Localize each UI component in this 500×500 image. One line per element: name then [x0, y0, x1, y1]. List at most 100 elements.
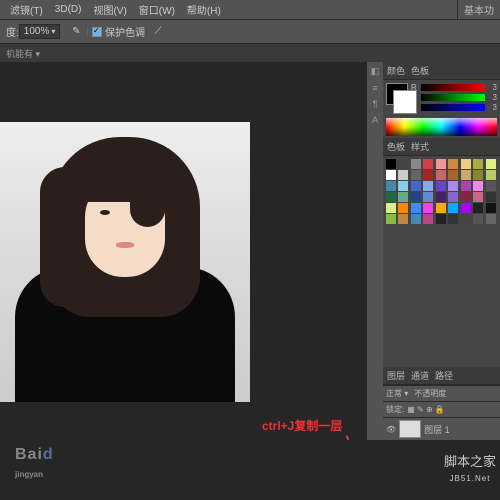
color-spectrum[interactable]: [386, 118, 497, 136]
swatch[interactable]: [486, 181, 496, 191]
swatch[interactable]: [473, 203, 483, 213]
tab-channels[interactable]: 通道: [411, 369, 429, 382]
options-bar: 度: 100%▾ ✎ | 保护色调 ⟋ 基本功: [0, 20, 500, 44]
tab-color[interactable]: 颜色: [387, 64, 405, 77]
tab-swatches[interactable]: 色板: [411, 64, 429, 77]
menu-3d[interactable]: 3D(D): [55, 4, 82, 15]
swatch[interactable]: [448, 170, 458, 180]
swatch[interactable]: [411, 170, 421, 180]
swatch[interactable]: [386, 170, 396, 180]
tab-swatch2[interactable]: 色板: [387, 140, 405, 153]
tab-layers[interactable]: 图层: [387, 369, 405, 382]
tab-styles[interactable]: 样式: [411, 140, 429, 153]
swatch[interactable]: [423, 203, 433, 213]
swatch[interactable]: [461, 170, 471, 180]
swatch[interactable]: [448, 181, 458, 191]
menu-window[interactable]: 窗口(W): [139, 2, 175, 17]
lock-icons[interactable]: ▦ ✎ ⊕ 🔒: [407, 405, 445, 414]
menu-help[interactable]: 帮助(H): [187, 2, 221, 17]
swatch[interactable]: [398, 170, 408, 180]
blend-mode-select[interactable]: 正常 ▾: [386, 388, 408, 399]
layer-row[interactable]: 👁 图层 1: [383, 417, 500, 440]
swatch[interactable]: [436, 203, 446, 213]
swatch[interactable]: [386, 203, 396, 213]
swatch[interactable]: [448, 192, 458, 202]
swatch[interactable]: [386, 181, 396, 191]
swatch[interactable]: [411, 159, 421, 169]
swatch[interactable]: [423, 214, 433, 224]
document-tab[interactable]: 机能有 ▾: [6, 47, 40, 60]
zoom-select[interactable]: 100%▾: [19, 24, 61, 39]
swatch-grid: [383, 156, 500, 227]
swatch[interactable]: [411, 203, 421, 213]
menu-bar: 滤镜(T) 3D(D) 视图(V) 窗口(W) 帮助(H): [0, 0, 500, 20]
swatch[interactable]: [436, 181, 446, 191]
swatch[interactable]: [411, 181, 421, 191]
canvas[interactable]: [0, 122, 250, 402]
b-slider[interactable]: [421, 104, 485, 111]
workspace-tab[interactable]: 基本功: [457, 0, 500, 19]
swatch[interactable]: [398, 203, 408, 213]
swatch[interactable]: [473, 181, 483, 191]
swatch[interactable]: [473, 159, 483, 169]
swatch[interactable]: [473, 192, 483, 202]
layer-name[interactable]: 图层 1: [424, 423, 450, 436]
visibility-icon[interactable]: 👁: [386, 425, 396, 434]
swatch[interactable]: [461, 214, 471, 224]
swatch[interactable]: [423, 181, 433, 191]
swatch[interactable]: [436, 170, 446, 180]
menu-filter[interactable]: 滤镜(T): [10, 2, 43, 17]
layer-thumbnail[interactable]: [399, 420, 421, 438]
protect-tone-label: 保护色调: [105, 24, 145, 39]
swatch[interactable]: [436, 192, 446, 202]
g-slider[interactable]: [421, 94, 485, 101]
swatch[interactable]: [386, 192, 396, 202]
swatch[interactable]: [473, 214, 483, 224]
vtool-item[interactable]: A: [372, 115, 378, 125]
swatch[interactable]: [386, 159, 396, 169]
swatch[interactable]: [398, 214, 408, 224]
swatch-panel-tabs: 色板 样式: [383, 138, 500, 156]
swatch[interactable]: [398, 159, 408, 169]
foreground-background-swatch[interactable]: [386, 83, 408, 105]
layers-panel: 图层 通道 路径 正常 ▾ 不透明度 锁定: ▦ ✎ ⊕ 🔒 👁 图层 1: [383, 367, 500, 440]
tool-icon[interactable]: ⟋: [151, 25, 165, 39]
bottom-area: Baidjingyan 脚本之家JB51.Net: [0, 440, 500, 500]
swatch[interactable]: [436, 214, 446, 224]
swatch[interactable]: [486, 192, 496, 202]
swatch[interactable]: [411, 192, 421, 202]
swatch[interactable]: [398, 192, 408, 202]
swatch[interactable]: [486, 170, 496, 180]
menu-view[interactable]: 视图(V): [93, 2, 126, 17]
swatch[interactable]: [386, 214, 396, 224]
vtool-item[interactable]: ¶: [373, 99, 378, 109]
swatch[interactable]: [473, 170, 483, 180]
swatch[interactable]: [411, 214, 421, 224]
swatch[interactable]: [461, 192, 471, 202]
lock-label: 锁定:: [386, 404, 404, 415]
swatch[interactable]: [461, 159, 471, 169]
swatch[interactable]: [423, 159, 433, 169]
watermark-baidu: Baidjingyan: [15, 446, 54, 482]
vtool-item[interactable]: ≡: [372, 83, 377, 93]
swatch[interactable]: [448, 214, 458, 224]
swatch[interactable]: [423, 170, 433, 180]
swatch[interactable]: [436, 159, 446, 169]
r-slider[interactable]: [421, 84, 485, 91]
b-value: 3: [487, 103, 497, 112]
swatch[interactable]: [461, 203, 471, 213]
protect-tone-checkbox[interactable]: [92, 27, 102, 37]
zoom-label: 度:: [6, 24, 19, 39]
swatch[interactable]: [486, 203, 496, 213]
tab-paths[interactable]: 路径: [435, 369, 453, 382]
swatch[interactable]: [423, 192, 433, 202]
swatch[interactable]: [448, 203, 458, 213]
vtool-item[interactable]: ◧: [371, 66, 380, 77]
swatch[interactable]: [486, 214, 496, 224]
swatch[interactable]: [398, 181, 408, 191]
right-panel: ◧ ≡ ¶ A 颜色 色板 R3 G3 B3 色板 样式 图层 通道: [382, 62, 500, 440]
swatch[interactable]: [461, 181, 471, 191]
brush-icon[interactable]: ✎: [69, 25, 83, 39]
swatch[interactable]: [448, 159, 458, 169]
swatch[interactable]: [486, 159, 496, 169]
